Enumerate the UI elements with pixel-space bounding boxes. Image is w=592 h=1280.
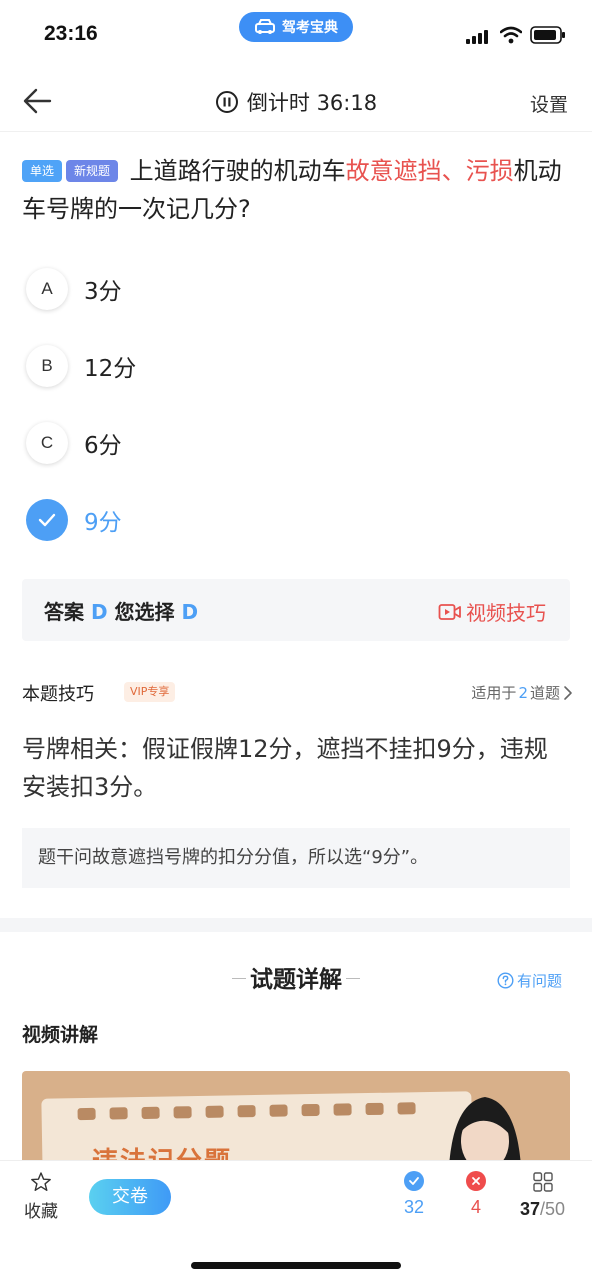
chosen-label: 您选择 — [114, 600, 175, 624]
video-icon — [438, 603, 461, 620]
tip-note: 题干问故意遮挡号牌的扣分分值，所以选“9分”。 — [22, 828, 570, 888]
option-letter: A — [26, 268, 68, 310]
detail-title-text: 试题详解 — [250, 967, 342, 993]
answer-bar: 答案 D 您选择 D 视频技巧 — [22, 579, 570, 641]
wrong-count[interactable]: 4 — [466, 1171, 486, 1218]
ask-label: 有问题 — [516, 972, 562, 990]
app-badge[interactable]: 驾考宝典 — [239, 12, 353, 42]
option-d[interactable]: 9分 — [26, 497, 122, 543]
chevron-right-icon — [564, 685, 572, 700]
ask-question-button[interactable]: 有问题 — [497, 970, 562, 991]
favorite-label: 收藏 — [24, 1202, 58, 1222]
correct-icon — [404, 1171, 425, 1191]
option-text: 12分 — [84, 356, 137, 382]
answer-value: D — [90, 600, 108, 624]
option-b[interactable]: B 12分 — [26, 343, 136, 389]
title-line-left — [232, 978, 246, 979]
vip-badge: VIP专享 — [124, 682, 176, 702]
timer-label: 倒计时 36:18 — [246, 91, 378, 115]
applies-suffix: 道题 — [529, 684, 560, 702]
option-c[interactable]: C 6分 — [26, 420, 122, 466]
checkmark-icon — [26, 499, 68, 541]
status-time: 23:16 — [44, 22, 98, 45]
submit-button[interactable]: 交卷 — [89, 1179, 171, 1215]
question-highlight: 故意遮挡、污损 — [345, 157, 514, 185]
title-line-right — [346, 978, 360, 979]
tip-text: 号牌相关：假证假牌12分，遮挡不挂扣9分，违规安装扣3分。 — [22, 735, 548, 801]
top-nav: 倒计时 36:18 设置 — [0, 70, 592, 132]
tag-new-rule: 新规题 — [66, 160, 119, 182]
settings-button[interactable]: 设置 — [530, 90, 568, 117]
app-name: 驾考宝典 — [282, 20, 338, 36]
question-progress[interactable]: 37/50 — [520, 1171, 565, 1220]
wrong-icon — [466, 1171, 486, 1191]
question-circle-icon — [497, 972, 514, 989]
correct-count[interactable]: 32 — [404, 1171, 424, 1218]
answer-label: 答案 — [44, 600, 84, 624]
video-section-title: 视频讲解 — [22, 1024, 99, 1046]
video-tip-button[interactable]: 视频技巧 — [438, 597, 546, 626]
home-indicator — [191, 1262, 401, 1269]
question-text-before: 上道路行驶的机动车 — [129, 157, 346, 185]
question-text: 单选 新规题 上道路行驶的机动车故意遮挡、污损机动车号牌的一次记几分? — [22, 152, 562, 228]
wrong-count-value: 4 — [470, 1197, 481, 1217]
section-divider — [0, 918, 592, 932]
favorite-button[interactable]: 收藏 — [20, 1171, 62, 1222]
progress-total: /50 — [540, 1199, 566, 1219]
film-holes — [77, 1102, 416, 1121]
countdown-timer[interactable]: 倒计时 36:18 — [0, 87, 592, 117]
option-a[interactable]: A 3分 — [26, 266, 122, 312]
applies-count: 2 — [518, 683, 528, 702]
option-letter: C — [26, 422, 68, 464]
wifi-icon — [500, 26, 522, 44]
car-icon — [255, 19, 275, 34]
tips-title: 本题技巧 — [22, 684, 94, 705]
battery-icon — [530, 26, 565, 44]
pause-icon — [215, 91, 238, 113]
option-text: 6分 — [84, 433, 122, 459]
video-tip-label: 视频技巧 — [466, 601, 546, 625]
option-letter: B — [26, 345, 68, 387]
answer-summary: 答案 D 您选择 D — [44, 596, 198, 625]
status-bar: 23:16 驾考宝典 — [0, 0, 592, 70]
progress-numbers: 37/50 — [520, 1199, 565, 1220]
option-text: 3分 — [84, 279, 122, 305]
video-thumbnail[interactable]: 违法记分题 — [22, 1071, 570, 1161]
applies-link[interactable]: 适用于 2 道题 — [471, 682, 574, 703]
thumbnail-title: 违法记分题 — [92, 1141, 232, 1161]
tag-single-choice: 单选 — [22, 160, 63, 182]
presenter-image — [449, 1097, 521, 1161]
progress-current: 37 — [520, 1199, 541, 1219]
applies-prefix: 适用于 — [471, 684, 517, 702]
signal-icon — [466, 28, 492, 44]
grid-icon — [532, 1172, 553, 1192]
star-icon — [31, 1172, 51, 1191]
correct-count-value: 32 — [404, 1197, 425, 1217]
chosen-value: D — [181, 600, 199, 624]
option-text: 9分 — [84, 510, 122, 536]
